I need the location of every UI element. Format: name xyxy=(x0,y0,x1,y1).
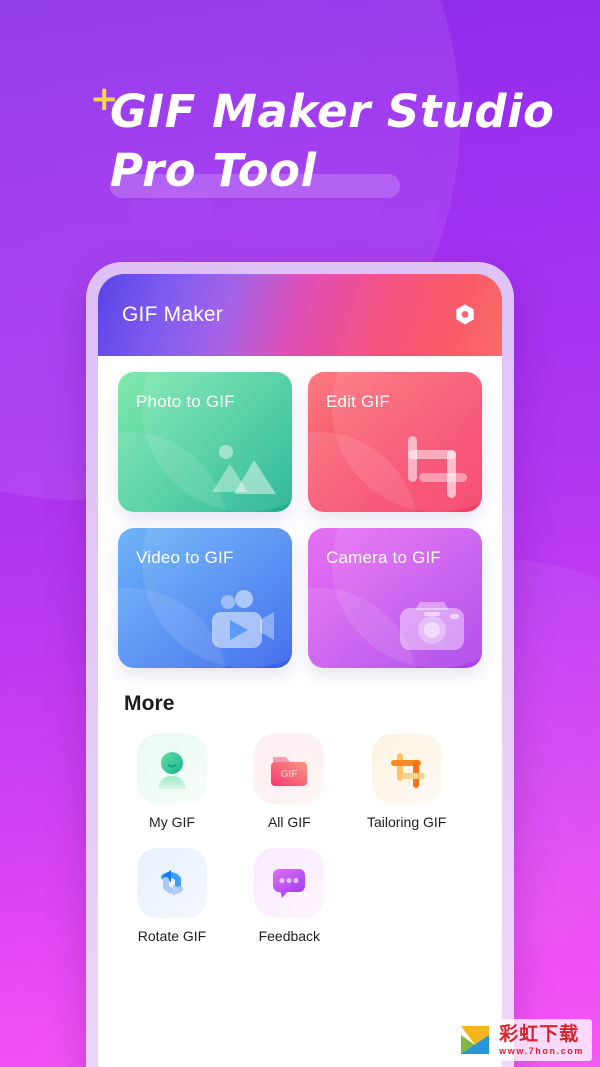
more-item-label: All GIF xyxy=(267,814,311,830)
feature-card-camera-to-gif[interactable]: Camera to GIF xyxy=(308,528,482,668)
more-item-label: Rotate GIF xyxy=(137,928,207,944)
more-tile: GIF xyxy=(254,734,325,804)
watermark-text: 彩虹下载 www.7hon.com xyxy=(499,1022,584,1056)
more-item-rotate-gif[interactable]: Rotate GIF xyxy=(124,848,220,944)
crop-icon xyxy=(408,436,467,498)
watermark: 彩虹下载 www.7hon.com xyxy=(454,1019,592,1061)
folder-gif-icon: GIF xyxy=(271,757,308,786)
watermark-name: 彩虹下载 xyxy=(499,1022,580,1045)
image-icon xyxy=(212,445,276,494)
feature-grid: Photo to GIF Edit GIF Video to GIF Camer… xyxy=(98,356,502,668)
more-item-all-gif[interactable]: GIF All GIF xyxy=(241,734,337,830)
feature-card-edit-gif[interactable]: Edit GIF xyxy=(308,372,482,512)
camera-icon xyxy=(400,602,464,650)
more-item-tailoring-gif[interactable]: Tailoring GIF xyxy=(359,734,455,830)
settings-button[interactable] xyxy=(452,302,478,328)
more-item-feedback[interactable]: Feedback xyxy=(241,848,337,944)
more-tile xyxy=(137,734,207,804)
more-tile xyxy=(371,734,442,804)
rotate-icon xyxy=(161,870,183,896)
hero-title: GIF Maker Studio Pro Tool xyxy=(110,85,555,198)
feature-label: Video to GIF xyxy=(136,548,234,567)
svg-text:GIF: GIF xyxy=(281,769,298,780)
phone-mockup: GIF Maker Photo to GIF Edit GIF Video to… xyxy=(86,262,514,1067)
more-title: More xyxy=(124,692,175,715)
feature-card-video-to-gif[interactable]: Video to GIF xyxy=(118,528,292,668)
watermark-logo-icon xyxy=(461,1026,490,1054)
more-item-label: My GIF xyxy=(149,814,195,830)
hero-headline: + GIF Maker Studio Pro Tool xyxy=(90,82,580,201)
more-grid: My GIF GIF All GIF Tailoring GIF Rotate … xyxy=(124,734,476,944)
app-title: GIF Maker xyxy=(122,303,223,326)
feature-label: Camera to GIF xyxy=(326,548,442,567)
person-avatar-icon xyxy=(158,752,186,789)
feature-label: Edit GIF xyxy=(326,392,390,411)
more-tile xyxy=(137,848,207,918)
more-item-my-gif[interactable]: My GIF xyxy=(124,734,220,830)
app-header: GIF Maker xyxy=(98,274,502,356)
more-item-label: Feedback xyxy=(258,928,321,944)
watermark-url: www.7hon.com xyxy=(499,1045,584,1056)
app-store-promo-screen: + GIF Maker Studio Pro Tool GIF Maker Ph… xyxy=(0,0,600,1067)
phone-screen: GIF Maker Photo to GIF Edit GIF Video to… xyxy=(98,274,502,1067)
feature-card-photo-to-gif[interactable]: Photo to GIF xyxy=(118,372,292,512)
gear-icon xyxy=(456,304,474,325)
crop-icon xyxy=(390,753,425,788)
more-section: More My GIF GIF All GIF Tailoring GIF Ro… xyxy=(98,668,502,944)
more-item-label: Tailoring GIF xyxy=(366,814,447,830)
feature-label: Photo to GIF xyxy=(136,392,235,411)
video-camera-icon xyxy=(212,590,274,648)
chat-bubble-icon xyxy=(273,869,306,898)
more-tile xyxy=(254,848,325,918)
